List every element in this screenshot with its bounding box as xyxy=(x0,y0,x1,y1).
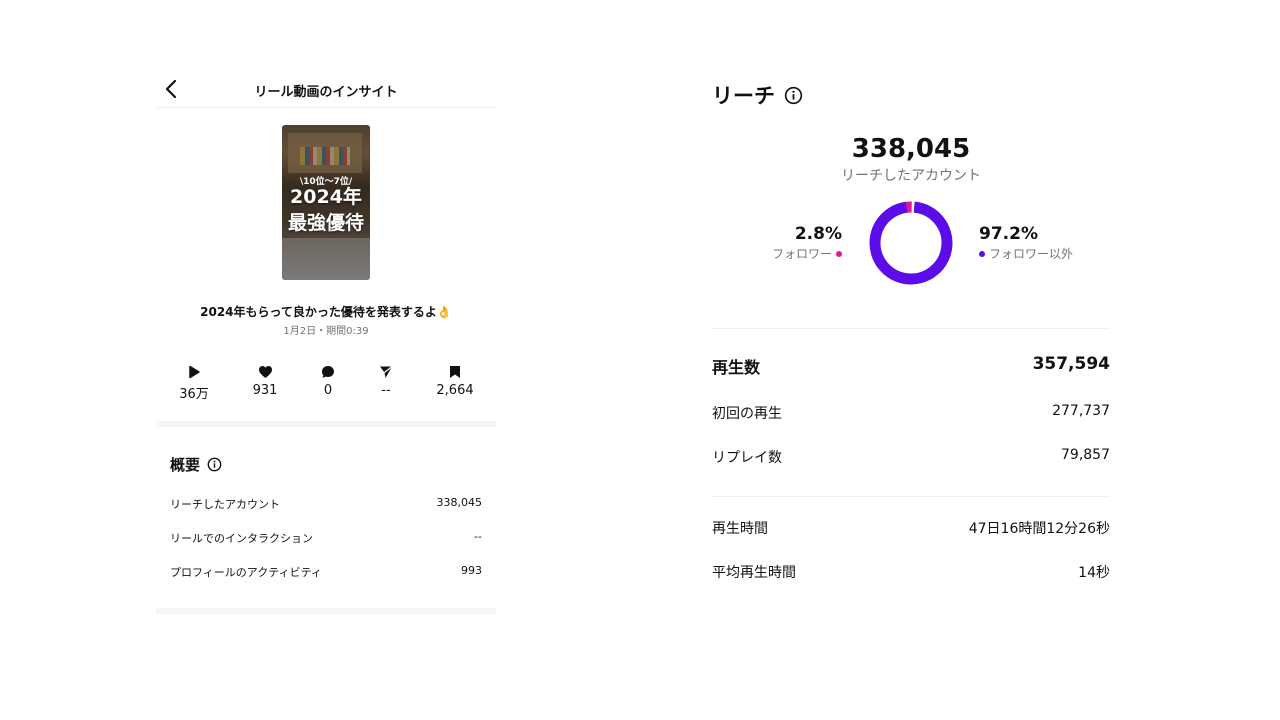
donut-non-followers-arc xyxy=(869,201,953,285)
play-icon xyxy=(189,365,200,379)
followers-legend-dot xyxy=(836,250,842,257)
initial-plays-value: 277,737 xyxy=(1052,403,1110,419)
heart-icon xyxy=(258,366,272,378)
overview-row-label: リーチしたアカウント xyxy=(170,498,280,511)
reach-total-value: 338,045 xyxy=(851,134,971,164)
post-meta: 1月2日・期間0:39 xyxy=(283,326,369,337)
stat-saves-value: 2,664 xyxy=(436,383,474,398)
stat-plays-value: 36万 xyxy=(179,387,209,402)
bookmark-icon xyxy=(450,366,460,378)
overview-row-profile-activity[interactable]: プロフィールのアクティビティ 993 xyxy=(170,564,482,582)
avg-watch-time-value: 14秒 xyxy=(1078,565,1110,581)
reach-panel: リーチ 338,045 リーチしたアカウント 2.8% フォロワー 97.2% … xyxy=(712,78,1110,598)
non-followers-label: フォロワー以外 xyxy=(989,247,1074,261)
stat-comments[interactable]: 0 xyxy=(298,364,358,398)
overview-row-label: リールでのインタラクション xyxy=(170,532,313,545)
share-icon xyxy=(380,366,393,378)
followers-label: フォロワー xyxy=(771,247,832,261)
section-divider xyxy=(712,496,1110,497)
non-followers-percent: 97.2% xyxy=(979,224,1038,244)
stat-shares[interactable]: -- xyxy=(356,364,416,398)
info-icon[interactable] xyxy=(784,86,803,105)
overview-row-label: プロフィールのアクティビティ xyxy=(170,566,322,579)
followers-percent: 2.8% xyxy=(794,224,842,244)
insights-header: リール動画のインサイト xyxy=(156,70,496,108)
thumbnail-title-line2: 最強優待 xyxy=(287,212,364,234)
non-followers-legend-dot xyxy=(979,250,985,257)
stat-comments-value: 0 xyxy=(323,383,333,398)
post-caption: 2024年もらって良かった優待を発表するよ👌 xyxy=(200,305,452,319)
initial-plays-row[interactable]: 初回の再生 277,737 xyxy=(712,403,1110,425)
section-divider xyxy=(156,421,496,427)
info-icon[interactable] xyxy=(207,457,222,472)
engagement-stats: 36万 931 0 -- 2,664 xyxy=(156,364,496,404)
overview-title-text: 概要 xyxy=(170,456,201,474)
watch-time-row[interactable]: 再生時間 47日16時間12分26秒 xyxy=(712,518,1110,540)
stat-plays[interactable]: 36万 xyxy=(164,364,224,402)
avg-watch-time-label: 平均再生時間 xyxy=(712,565,796,581)
overview-row-value: -- xyxy=(474,530,482,543)
comment-icon xyxy=(322,366,334,378)
overview-row-interactions[interactable]: リールでのインタラクション -- xyxy=(170,530,482,548)
non-followers-share: 97.2% フォロワー以外 xyxy=(979,224,1089,262)
initial-plays-label: 初回の再生 xyxy=(712,406,782,422)
section-divider xyxy=(712,328,1110,329)
reach-total-label: リーチしたアカウント xyxy=(841,168,981,184)
avg-watch-time-row[interactable]: 平均再生時間 14秒 xyxy=(712,562,1110,584)
stat-likes[interactable]: 931 xyxy=(235,364,295,398)
reel-insights-panel: リール動画のインサイト \10位〜7位/ 2024年 最強優待 2024年もらっ… xyxy=(156,70,496,615)
followers-share: 2.8% フォロワー xyxy=(770,224,842,262)
overview-row-reach[interactable]: リーチしたアカウント 338,045 xyxy=(170,496,482,514)
overview-row-value: 993 xyxy=(461,564,482,577)
replays-value: 79,857 xyxy=(1061,447,1110,463)
replays-label: リプレイ数 xyxy=(712,450,782,466)
thumbnail-title-line1: 2024年 xyxy=(290,186,362,208)
plays-label: 再生数 xyxy=(712,358,761,377)
watch-time-label: 再生時間 xyxy=(712,521,768,537)
plays-total-row[interactable]: 再生数 357,594 xyxy=(712,354,1110,377)
replays-row[interactable]: リプレイ数 79,857 xyxy=(712,447,1110,469)
watch-time-value: 47日16時間12分26秒 xyxy=(968,521,1110,537)
reel-thumbnail[interactable]: \10位〜7位/ 2024年 最強優待 xyxy=(282,125,370,280)
section-divider xyxy=(156,608,496,614)
plays-value: 357,594 xyxy=(1032,354,1110,374)
overview-row-value: 338,045 xyxy=(436,496,483,509)
stat-likes-value: 931 xyxy=(252,383,278,398)
stat-shares-value: -- xyxy=(381,383,391,398)
stat-saves[interactable]: 2,664 xyxy=(425,364,485,398)
reach-donut-chart xyxy=(869,201,953,285)
page-title: リール動画のインサイト xyxy=(254,85,398,100)
reach-title-text: リーチ xyxy=(712,84,775,108)
overview-section-title: 概要 xyxy=(170,454,222,475)
reach-section-title: リーチ xyxy=(712,80,803,110)
